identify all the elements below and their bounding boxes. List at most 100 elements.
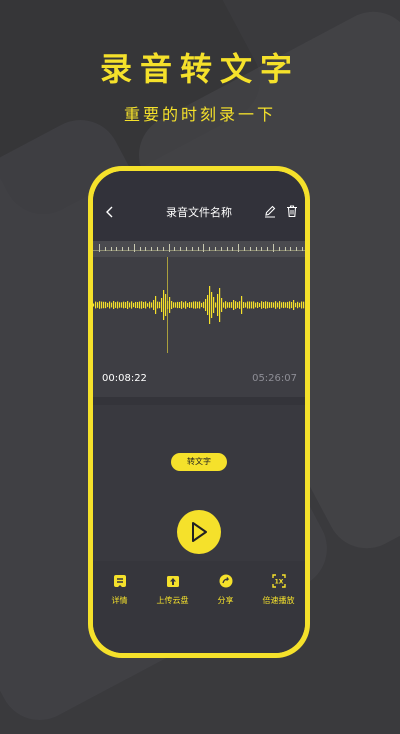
waveform-bar bbox=[201, 302, 203, 308]
waveform-bar bbox=[233, 300, 235, 310]
file-title: 录音文件名称 bbox=[166, 206, 232, 219]
ruler-tick bbox=[220, 247, 222, 251]
play-button[interactable] bbox=[177, 510, 221, 554]
edit-icon[interactable] bbox=[263, 204, 277, 218]
waveform-bar bbox=[237, 302, 239, 308]
waveform-bar bbox=[183, 302, 185, 308]
ruler-tick bbox=[128, 247, 129, 251]
waveform-bar bbox=[169, 297, 171, 313]
ruler-tick bbox=[197, 247, 199, 251]
waveform-bar bbox=[247, 301, 249, 309]
timeline-ruler[interactable] bbox=[93, 241, 305, 257]
waveform-bar bbox=[289, 301, 291, 309]
ruler-tick bbox=[209, 247, 211, 251]
waveform bbox=[93, 286, 305, 324]
waveform-bar bbox=[193, 301, 195, 309]
action-label: 倍速播放 bbox=[262, 596, 295, 605]
details-icon bbox=[113, 575, 126, 587]
playback-cursor[interactable] bbox=[167, 257, 168, 353]
waveform-bar bbox=[93, 303, 95, 307]
convert-to-text-button[interactable]: 转文字 bbox=[171, 453, 227, 471]
waveform-bar bbox=[191, 302, 193, 308]
back-arrow-icon[interactable] bbox=[103, 205, 117, 219]
action-details[interactable]: 详情 bbox=[93, 573, 146, 606]
waveform-bar bbox=[135, 301, 137, 309]
current-time: 00:08:22 bbox=[102, 373, 147, 384]
ruler-tick bbox=[226, 247, 228, 251]
waveform-bar bbox=[115, 302, 117, 308]
waveform-bar bbox=[257, 301, 259, 309]
waveform-bar bbox=[195, 301, 197, 309]
waveform-bar bbox=[219, 288, 221, 322]
waveform-bar bbox=[147, 303, 149, 307]
action-label: 分享 bbox=[217, 596, 234, 605]
waveform-bar bbox=[179, 301, 181, 309]
action-upload-cloud[interactable]: 上传云盘 bbox=[146, 573, 199, 606]
waveform-bar bbox=[111, 302, 113, 308]
waveform-bar bbox=[283, 301, 285, 309]
ruler-tick bbox=[110, 247, 112, 251]
waveform-bar bbox=[185, 301, 187, 309]
waveform-bar bbox=[159, 301, 161, 309]
waveform-bar bbox=[109, 301, 111, 309]
waveform-bar bbox=[145, 301, 147, 309]
ruler-tick bbox=[255, 247, 257, 251]
waveform-bar bbox=[141, 301, 143, 309]
waveform-bar bbox=[213, 297, 215, 313]
ruler-tick bbox=[162, 247, 164, 251]
waveform-bar bbox=[107, 302, 109, 308]
waveform-bar bbox=[211, 292, 213, 318]
waveform-bar bbox=[243, 301, 245, 309]
waveform-bar bbox=[275, 301, 277, 309]
ruler-tick bbox=[99, 244, 100, 252]
waveform-bar bbox=[229, 302, 231, 308]
waveform-bar bbox=[123, 301, 125, 309]
waveform-bar bbox=[271, 302, 273, 308]
waveform-bar bbox=[301, 301, 303, 309]
waveform-bar bbox=[149, 301, 151, 309]
waveform-bar bbox=[277, 302, 279, 308]
action-share[interactable]: 分享 bbox=[199, 573, 252, 606]
waveform-bar bbox=[139, 301, 141, 309]
waveform-area[interactable]: 00:08:22 05:26:07 bbox=[93, 257, 305, 397]
waveform-bar bbox=[303, 301, 305, 309]
waveform-bar bbox=[177, 301, 179, 309]
trash-icon[interactable] bbox=[285, 204, 299, 218]
waveform-bar bbox=[239, 301, 241, 309]
waveform-bar bbox=[299, 302, 301, 308]
play-icon bbox=[192, 522, 207, 542]
waveform-bar bbox=[137, 301, 139, 309]
waveform-bar bbox=[225, 301, 227, 309]
ruler-tick bbox=[180, 247, 182, 251]
bottom-action-bar: 详情 上传云盘 分享 1X 倍速播放 bbox=[93, 561, 305, 653]
waveform-bar bbox=[207, 295, 209, 315]
waveform-bar bbox=[267, 301, 269, 309]
waveform-bar bbox=[175, 302, 177, 308]
action-speed-play[interactable]: 1X 倍速播放 bbox=[252, 573, 305, 606]
total-time: 05:26:07 bbox=[252, 373, 297, 384]
waveform-bar bbox=[295, 302, 297, 308]
top-bar: 录音文件名称 bbox=[93, 171, 305, 241]
waveform-bar bbox=[297, 301, 299, 309]
waveform-bar bbox=[217, 294, 219, 316]
action-label: 详情 bbox=[111, 596, 128, 605]
ruler-tick bbox=[302, 247, 303, 251]
waveform-bar bbox=[125, 302, 127, 308]
app-screen: 录音文件名称 00:08:22 05:26:07 转文字 详情 上传云盘 分享 … bbox=[93, 171, 305, 653]
ruler-tick bbox=[284, 247, 286, 251]
waveform-bar bbox=[253, 301, 255, 309]
waveform-bar bbox=[249, 301, 251, 309]
waveform-bar bbox=[189, 301, 191, 309]
waveform-bar bbox=[205, 299, 207, 311]
ruler-tick bbox=[278, 247, 280, 251]
ruler-tick bbox=[267, 247, 269, 251]
waveform-bar bbox=[121, 302, 123, 308]
ruler-tick bbox=[273, 244, 274, 252]
ruler-tick bbox=[238, 244, 240, 252]
waveform-bar bbox=[223, 302, 225, 308]
ruler-tick bbox=[186, 247, 187, 251]
waveform-bar bbox=[209, 286, 211, 324]
ruler-tick bbox=[145, 247, 147, 251]
ruler-tick bbox=[174, 247, 176, 251]
waveform-bar bbox=[143, 301, 145, 309]
